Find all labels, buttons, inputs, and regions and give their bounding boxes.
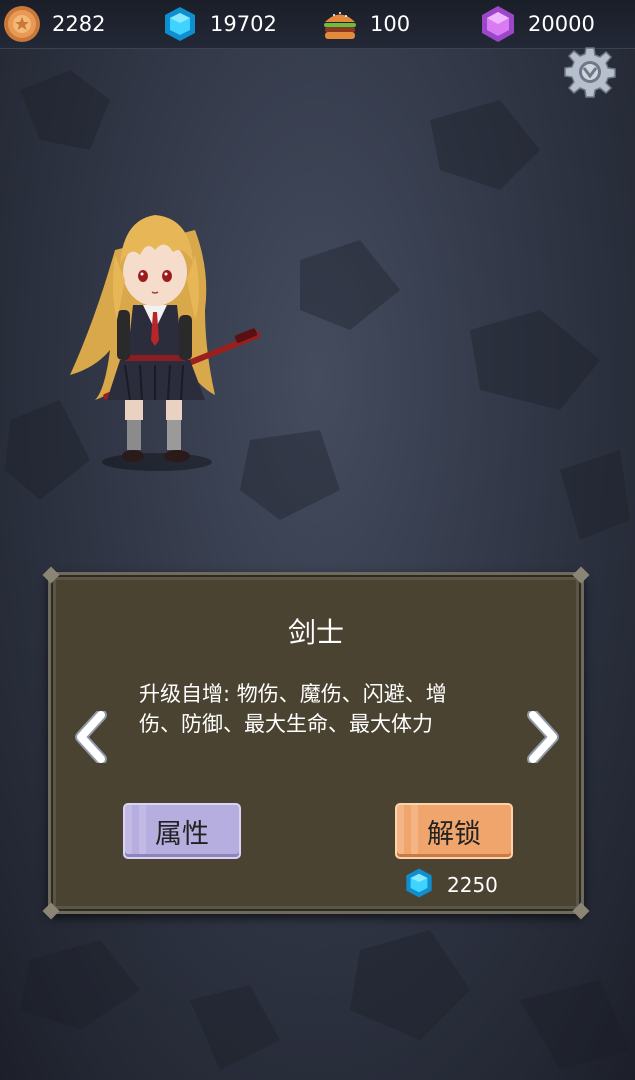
attributes-button[interactable]: 属性 <box>123 803 241 859</box>
crystal-value: 20000 <box>528 12 595 36</box>
gem-value: 19702 <box>210 12 277 36</box>
swordswoman-character <box>55 200 262 480</box>
settings-button[interactable] <box>564 46 616 98</box>
previous-character-button[interactable] <box>73 709 109 765</box>
gear-icon <box>564 47 616 98</box>
gem-counter: 19702 <box>160 0 277 48</box>
unlock-cost-value: 2250 <box>447 873 498 897</box>
purple-crystal-icon <box>478 4 518 44</box>
coin-icon <box>2 4 42 44</box>
unlock-button[interactable]: 解锁 <box>395 803 513 859</box>
panel-corner <box>572 566 590 584</box>
panel-corner <box>42 566 60 584</box>
chevron-left-icon <box>75 709 107 765</box>
character-description: 升级自增: 物伤、魔伤、闪避、增 伤、防御、最大生命、最大体力 <box>139 679 499 739</box>
attributes-button-label: 属性 <box>155 818 209 850</box>
coin-counter: 2282 <box>2 0 105 48</box>
food-counter: 100 <box>320 0 410 48</box>
description-line: 升级自增: 物伤、魔伤、闪避、增 <box>139 682 447 706</box>
stone-background <box>5 70 630 1070</box>
unlock-cost: 2250 <box>403 867 498 903</box>
character-name: 剑士 <box>287 616 344 649</box>
crystal-counter: 20000 <box>478 0 595 48</box>
resource-bar: 2282 19702 100 20000 <box>0 0 635 49</box>
food-value: 100 <box>370 12 411 36</box>
burger-icon <box>320 4 360 44</box>
unlock-button-label: 解锁 <box>427 818 481 850</box>
blue-gem-icon <box>160 4 200 44</box>
character-info-panel: 剑士 升级自增: 物伤、魔伤、闪避、增 伤、防御、最大生命、最大体力 属性 解锁… <box>42 566 590 920</box>
next-character-button[interactable] <box>525 709 561 765</box>
panel-corner <box>572 902 590 920</box>
coin-value: 2282 <box>52 12 106 36</box>
chevron-right-icon <box>527 709 559 765</box>
description-line: 伤、防御、最大生命、最大体力 <box>139 712 433 736</box>
blue-gem-icon <box>403 867 435 903</box>
panel-corner <box>42 902 60 920</box>
